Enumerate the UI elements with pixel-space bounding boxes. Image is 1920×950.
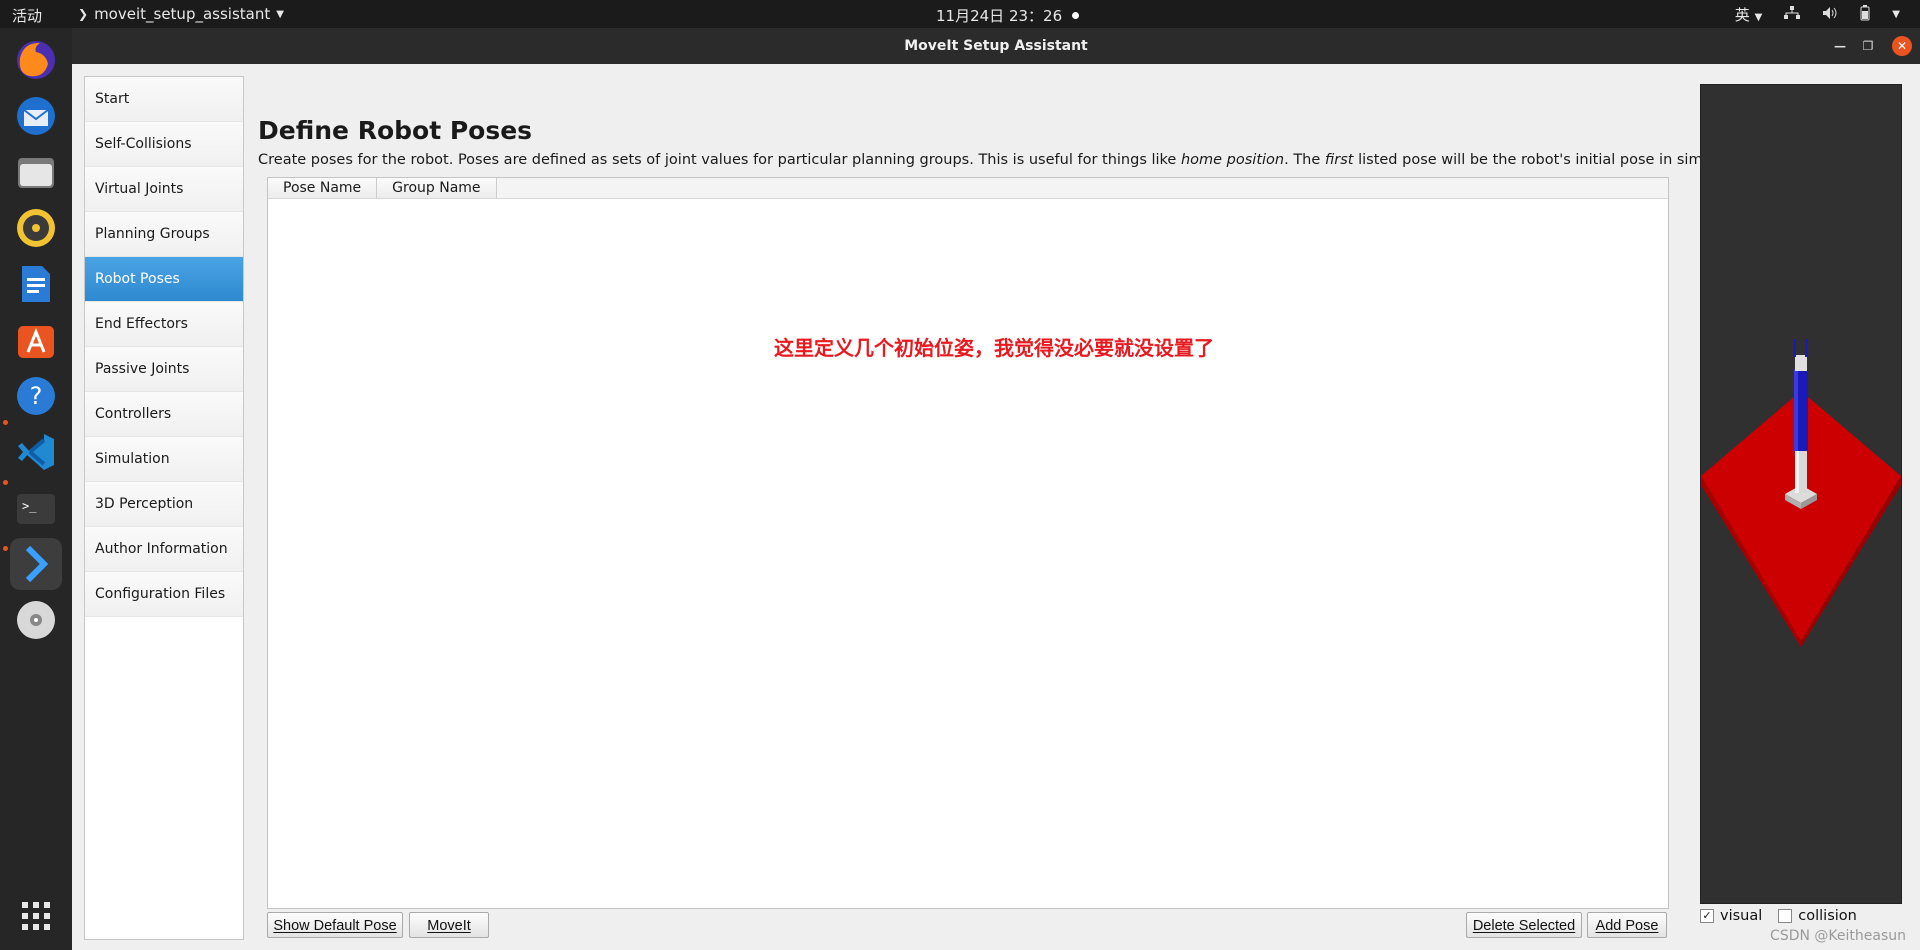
visual-checkbox[interactable]: ✓ visual xyxy=(1700,908,1762,924)
close-icon[interactable]: ✕ xyxy=(1892,36,1912,56)
notification-dot-icon xyxy=(1072,12,1080,19)
checkbox-checked-icon: ✓ xyxy=(1700,909,1714,923)
column-header-group-name[interactable]: Group Name xyxy=(377,178,497,198)
window-titlebar[interactable]: MoveIt Setup Assistant — ❐ ✕ xyxy=(72,28,1920,64)
sidebar-item-author-information[interactable]: Author Information xyxy=(85,527,243,572)
system-tray[interactable]: 英 ▼ ▼ xyxy=(1735,4,1900,25)
help-icon[interactable]: ? xyxy=(10,370,62,422)
terminal-icon[interactable]: >_ xyxy=(10,482,62,534)
setup-steps-sidebar: Start Self-Collisions Virtual Joints Pla… xyxy=(84,76,244,940)
page-description: Create poses for the robot. Poses are de… xyxy=(258,152,1758,168)
moveit-setup-assistant-window: MoveIt Setup Assistant — ❐ ✕ Start Self-… xyxy=(72,28,1920,950)
robot-3d-viewer[interactable] xyxy=(1700,84,1902,904)
application-dock: ? >_ xyxy=(0,28,72,950)
vscode-icon[interactable] xyxy=(10,426,62,478)
software-center-icon[interactable] xyxy=(10,314,62,366)
dvd-drive-icon[interactable] xyxy=(10,594,62,646)
clock-text: 11月24日 23：26 xyxy=(936,7,1063,25)
app-menu[interactable]: ❯ moveit_setup_assistant ▼ xyxy=(78,5,284,23)
battery-icon xyxy=(1860,4,1870,25)
poses-table[interactable]: Pose Name Group Name xyxy=(267,177,1669,909)
window-title: MoveIt Setup Assistant xyxy=(904,38,1088,54)
app-chevron-icon: ❯ xyxy=(78,7,89,21)
sidebar-item-3d-perception[interactable]: 3D Perception xyxy=(85,482,243,527)
sidebar-item-self-collisions[interactable]: Self-Collisions xyxy=(85,122,243,167)
volume-icon xyxy=(1822,6,1838,24)
thunderbird-icon[interactable] xyxy=(10,90,62,142)
sidebar-item-virtual-joints[interactable]: Virtual Joints xyxy=(85,167,243,212)
add-pose-button[interactable]: Add Pose xyxy=(1587,912,1667,938)
caret-down-icon: ▼ xyxy=(276,8,284,20)
show-default-pose-button[interactable]: Show Default Pose xyxy=(267,912,403,938)
activities-button[interactable]: 活动 xyxy=(12,5,42,26)
system-top-bar: 活动 ❯ moveit_setup_assistant ▼ 11月24日 23：… xyxy=(0,0,1920,28)
sidebar-item-planning-groups[interactable]: Planning Groups xyxy=(85,212,243,257)
annotation-note: 这里定义几个初始位姿，我觉得没必要就没设置了 xyxy=(774,336,1214,360)
network-icon xyxy=(1784,5,1801,24)
sidebar-item-configuration-files[interactable]: Configuration Files xyxy=(85,572,243,617)
firefox-icon[interactable] xyxy=(10,34,62,86)
viewer-options: ✓ visual collision xyxy=(1700,908,1857,924)
page-title: Define Robot Poses xyxy=(258,116,533,145)
minimize-icon[interactable]: — xyxy=(1830,36,1850,56)
watermark: CSDN @Keitheasun xyxy=(1770,928,1906,944)
files-icon[interactable] xyxy=(10,146,62,198)
sidebar-item-robot-poses[interactable]: Robot Poses xyxy=(85,257,243,302)
moveit-setup-assistant-icon[interactable] xyxy=(10,538,62,590)
svg-text:>_: >_ xyxy=(22,499,37,513)
checkbox-empty-icon xyxy=(1778,909,1793,923)
sidebar-item-passive-joints[interactable]: Passive Joints xyxy=(85,347,243,392)
robot-model-render xyxy=(1701,339,1901,647)
collision-checkbox[interactable]: collision xyxy=(1778,908,1857,924)
maximize-icon[interactable]: ❐ xyxy=(1858,36,1878,56)
input-method-indicator[interactable]: 英 ▼ xyxy=(1735,4,1763,25)
libreoffice-writer-icon[interactable] xyxy=(10,258,62,310)
robot-poses-panel: Define Robot Poses Create poses for the … xyxy=(258,80,1757,940)
app-menu-label: moveit_setup_assistant xyxy=(94,5,271,23)
show-applications-grid-icon[interactable] xyxy=(10,890,62,942)
column-header-pose-name[interactable]: Pose Name xyxy=(268,178,378,198)
sidebar-item-simulation[interactable]: Simulation xyxy=(85,437,243,482)
sidebar-item-controllers[interactable]: Controllers xyxy=(85,392,243,437)
clock[interactable]: 11月24日 23：26 xyxy=(936,5,1080,26)
table-header: Pose Name Group Name xyxy=(268,178,1668,199)
delete-selected-button[interactable]: Delete Selected xyxy=(1466,912,1582,938)
svg-text:?: ? xyxy=(30,382,43,410)
power-menu-caret-icon: ▼ xyxy=(1892,9,1900,20)
sidebar-item-end-effectors[interactable]: End Effectors xyxy=(85,302,243,347)
sidebar-item-start[interactable]: Start xyxy=(85,77,243,122)
rhythmbox-icon[interactable] xyxy=(10,202,62,254)
moveit-button[interactable]: MoveIt xyxy=(409,912,489,938)
